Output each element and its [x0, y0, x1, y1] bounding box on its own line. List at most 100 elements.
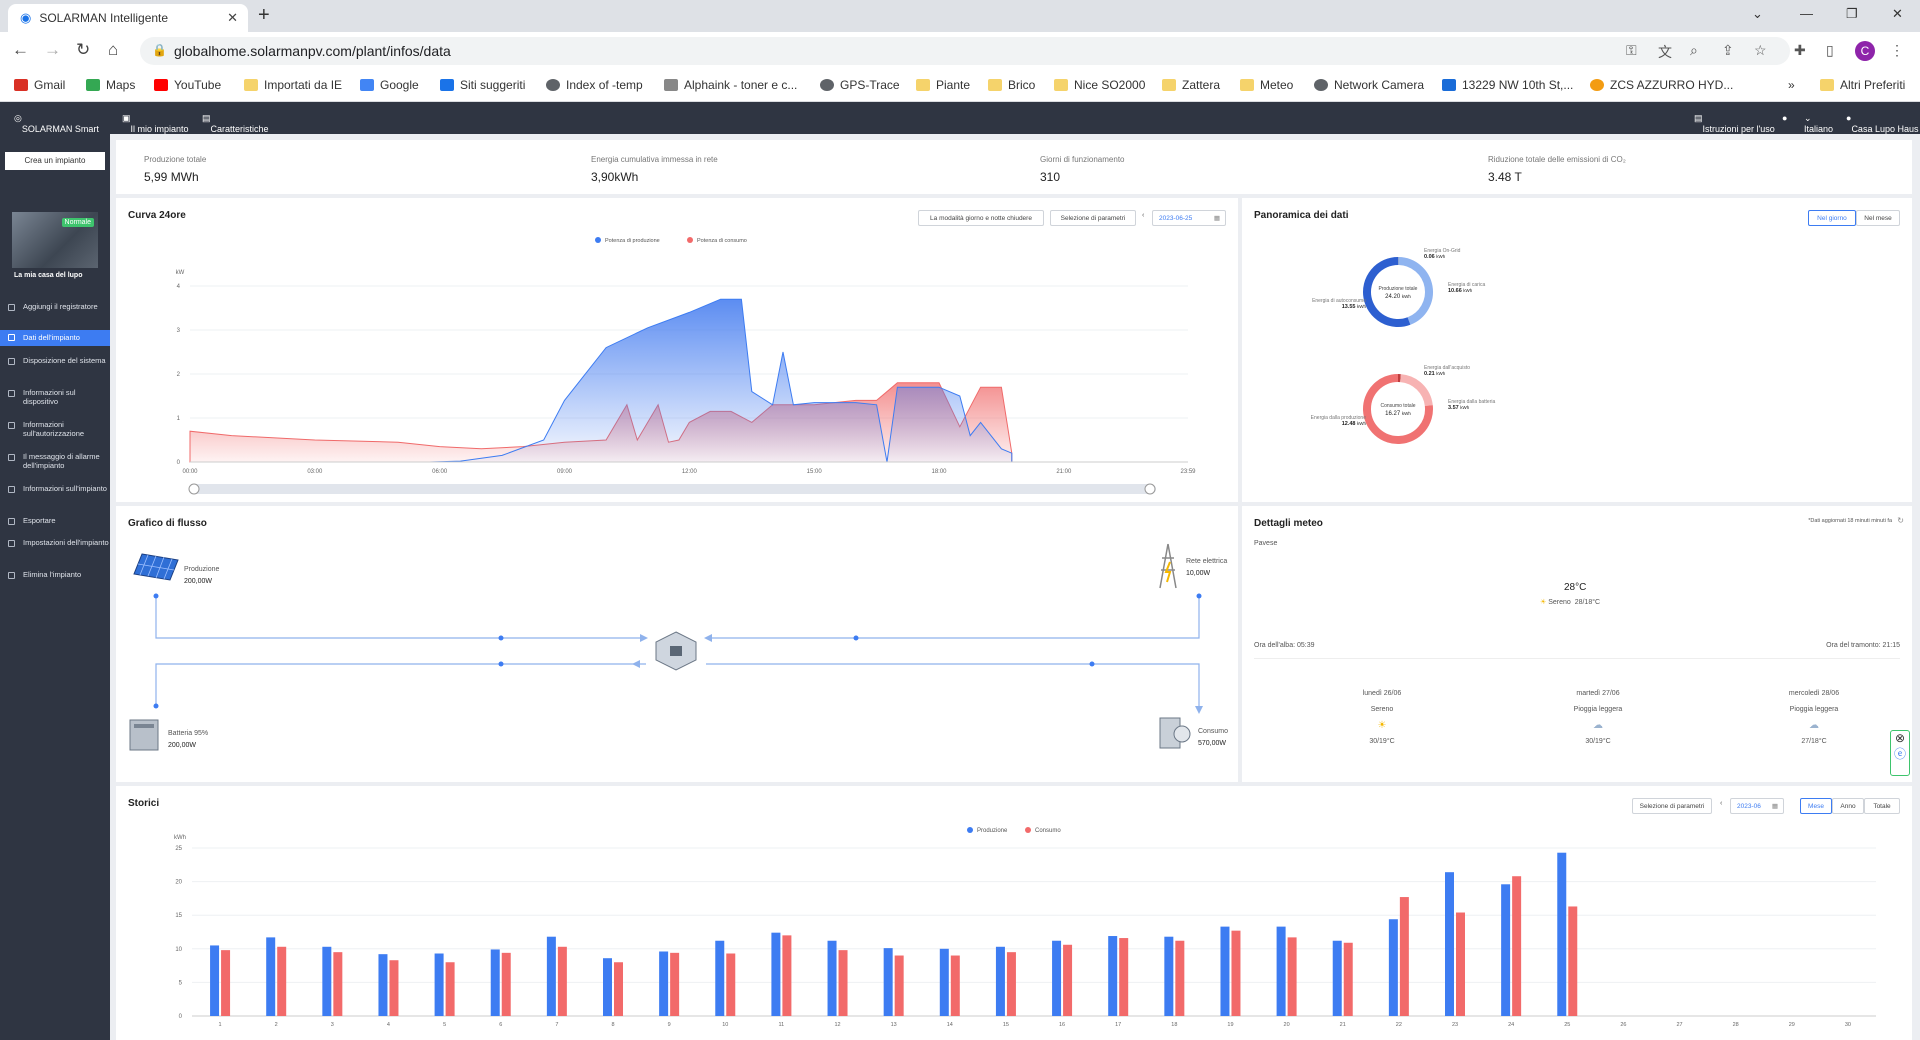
bar-consumption[interactable]: [838, 950, 848, 1016]
bookmark-suggested[interactable]: Siti suggeriti: [440, 78, 525, 92]
bookmark-google[interactable]: Google: [360, 78, 419, 92]
sidebar-item-authorization[interactable]: Informazioni sull'autorizzazione: [0, 420, 110, 440]
bar-consumption[interactable]: [1119, 938, 1129, 1016]
bar-production[interactable]: [659, 951, 669, 1016]
nav-features[interactable]: ▤ Caratteristiche: [202, 113, 269, 134]
nav-my-plant[interactable]: ▣ Il mio impianto: [122, 113, 189, 134]
close-window-icon[interactable]: ✕: [1892, 6, 1903, 22]
bar-production[interactable]: [1388, 919, 1398, 1016]
bar-consumption[interactable]: [782, 935, 792, 1016]
bar-production[interactable]: [995, 946, 1005, 1016]
slider-handle-right[interactable]: [1144, 483, 1156, 495]
bar-consumption[interactable]: [894, 955, 904, 1016]
bar-production[interactable]: [827, 940, 837, 1016]
sidebar-item-alarm[interactable]: Il messaggio di allarme dell'impianto: [0, 452, 110, 472]
bookmark-camera[interactable]: Network Camera: [1314, 78, 1424, 92]
sidebar-item-device[interactable]: Informazioni sul dispositivo: [0, 388, 110, 408]
sidebar-item-settings[interactable]: Impostazioni dell'impianto: [0, 538, 110, 558]
forward-icon[interactable]: →: [44, 40, 61, 60]
notification-bell-icon[interactable]: ●: [1782, 113, 1787, 123]
bar-consumption[interactable]: [1231, 930, 1241, 1016]
bookmark-folder[interactable]: Zattera: [1162, 78, 1220, 92]
bookmark-youtube[interactable]: YouTube: [154, 78, 221, 92]
bookmark-folder[interactable]: Piante: [916, 78, 970, 92]
date-picker[interactable]: 2023-06-25 ▦: [1152, 210, 1226, 226]
prev-date-icon[interactable]: ‹: [1142, 212, 1144, 219]
bookmark-maps[interactable]: Maps: [86, 78, 135, 92]
bar-production[interactable]: [883, 948, 893, 1016]
bar-consumption[interactable]: [1287, 937, 1297, 1016]
tab-search-icon[interactable]: ⌄: [1752, 6, 1763, 22]
bar-consumption[interactable]: [333, 952, 343, 1016]
translate-icon[interactable]: 文: [1658, 42, 1672, 62]
bar-production[interactable]: [1108, 936, 1118, 1016]
back-icon[interactable]: ←: [12, 40, 29, 60]
bar-consumption[interactable]: [445, 962, 455, 1016]
sidebar-item-export[interactable]: Esportare: [0, 516, 110, 528]
bar-production[interactable]: [1052, 940, 1062, 1016]
new-tab-icon[interactable]: +: [258, 4, 270, 27]
bookmark-alphaink[interactable]: Alphaink - toner e c...: [664, 78, 797, 92]
donut-segment[interactable]: [1363, 257, 1411, 327]
legend-label[interactable]: Consumo: [1035, 828, 1061, 834]
bar-production[interactable]: [939, 948, 949, 1016]
bookmark-gps[interactable]: GPS-Trace: [820, 78, 900, 92]
minimize-icon[interactable]: —: [1800, 6, 1813, 21]
bar-production[interactable]: [322, 946, 332, 1016]
bookmark-zillow[interactable]: 13229 NW 10th St,...: [1442, 78, 1573, 92]
bookmark-other[interactable]: Altri Preferiti: [1820, 78, 1905, 92]
legend-label[interactable]: Potenza di produzione: [605, 238, 660, 244]
bar-consumption[interactable]: [1512, 876, 1522, 1016]
bar-consumption[interactable]: [1456, 912, 1465, 1016]
bar-consumption[interactable]: [501, 952, 511, 1016]
language-select[interactable]: Italiano ⌄: [1804, 113, 1833, 134]
side-panel-icon[interactable]: ▯: [1826, 42, 1834, 59]
bookmark-zcs[interactable]: ZCS AZZURRO HYD...: [1590, 78, 1733, 92]
slider-handle-left[interactable]: [188, 483, 200, 495]
sidebar-item-add-logger[interactable]: Aggiungi il registratore: [0, 302, 110, 322]
bar-production[interactable]: [1557, 852, 1567, 1016]
bar-consumption[interactable]: [221, 950, 231, 1016]
bar-consumption[interactable]: [389, 960, 399, 1016]
home-icon[interactable]: ⌂: [108, 40, 118, 60]
bar-consumption[interactable]: [277, 946, 287, 1016]
bar-consumption[interactable]: [1063, 944, 1073, 1016]
bar-production[interactable]: [378, 954, 388, 1016]
sidebar-item-layout[interactable]: Disposizione del sistema: [0, 356, 110, 376]
bar-production[interactable]: [603, 958, 612, 1016]
brand-logo[interactable]: ◎ SOLARMAN Smart: [14, 113, 99, 134]
bar-consumption[interactable]: [1399, 897, 1409, 1016]
bar-production[interactable]: [490, 949, 500, 1016]
bar-consumption[interactable]: [950, 955, 960, 1016]
bookmark-star-icon[interactable]: ☆: [1754, 42, 1767, 59]
browser-tab[interactable]: ◉ SOLARMAN Intelligente ✕: [8, 4, 248, 32]
bar-consumption[interactable]: [1006, 952, 1016, 1016]
bookmark-folder[interactable]: Importati da IE: [244, 78, 342, 92]
create-plant-button[interactable]: Crea un impianto: [5, 152, 105, 170]
menu-icon[interactable]: ⋮: [1890, 42, 1904, 59]
restore-icon[interactable]: ❐: [1846, 6, 1858, 22]
bar-consumption[interactable]: [614, 962, 623, 1016]
bookmarks-overflow[interactable]: »: [1788, 78, 1795, 92]
bar-consumption[interactable]: [1568, 906, 1578, 1016]
instructions-link[interactable]: ▤ Istruzioni per l'uso: [1694, 113, 1775, 134]
parameter-select-button[interactable]: Selezione di parametri: [1050, 210, 1136, 226]
bar-production[interactable]: [1445, 872, 1454, 1016]
bar-production[interactable]: [434, 953, 444, 1016]
share-icon[interactable]: ⇪: [1722, 42, 1734, 59]
bookmark-folder[interactable]: Nice SO2000: [1054, 78, 1145, 92]
address-bar[interactable]: 🔒 globalhome.solarmanpv.com/plant/infos/…: [140, 37, 1790, 65]
plant-thumbnail[interactable]: Normale: [12, 212, 98, 268]
zoom-slider[interactable]: [192, 484, 1156, 494]
bar-consumption[interactable]: [1343, 942, 1353, 1016]
bar-production[interactable]: [266, 937, 276, 1016]
bar-consumption[interactable]: [1175, 940, 1185, 1016]
user-menu[interactable]: ● Casa Lupo Haus: [1846, 113, 1918, 134]
bar-production[interactable]: [1276, 926, 1286, 1016]
bar-consumption[interactable]: [557, 946, 567, 1016]
bookmark-folder[interactable]: Meteo: [1240, 78, 1293, 92]
zoom-icon[interactable]: ⌕: [1690, 42, 1698, 59]
legend-label[interactable]: Produzione: [977, 828, 1008, 834]
day-night-button[interactable]: La modalità giorno e notte chiudere: [918, 210, 1044, 226]
profile-avatar[interactable]: C: [1855, 41, 1875, 61]
